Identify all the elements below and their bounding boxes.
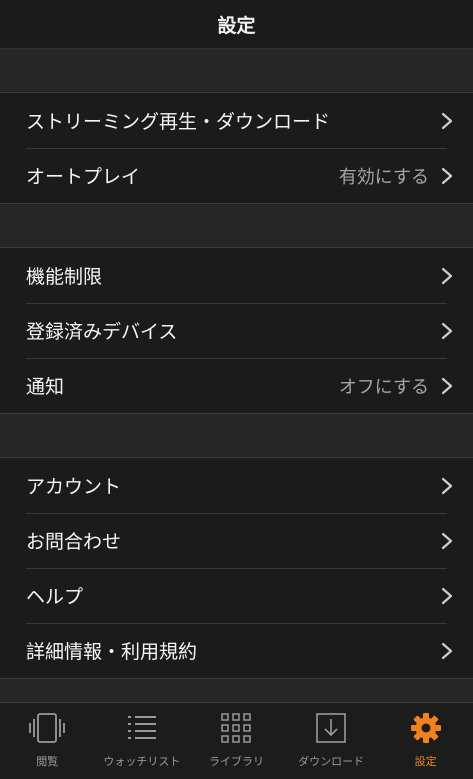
chevron-right-icon [441, 642, 453, 660]
row-value: 有効にする [338, 166, 429, 188]
navigation-bar: 設定 [0, 0, 473, 49]
section-spacer [0, 204, 473, 247]
row-label: ストリーミング再生・ダウンロード [26, 111, 331, 133]
chevron-right-icon [441, 112, 453, 130]
tab-label: 設定 [414, 755, 437, 768]
tab-label: ダウンロード [298, 755, 365, 768]
row-help[interactable]: ヘルプ [0, 568, 473, 623]
tab-label: 閲覧 [36, 755, 59, 768]
chevron-right-icon [441, 322, 453, 340]
row-autoplay[interactable]: オートプレイ 有効にする [0, 148, 473, 203]
browse-icon [27, 711, 67, 745]
settings-group-playback: ストリーミング再生・ダウンロード オートプレイ 有効にする [0, 92, 473, 204]
row-streaming-download[interactable]: ストリーミング再生・ダウンロード [0, 93, 473, 148]
tab-label: ライブラリ [208, 755, 264, 768]
section-spacer [0, 49, 473, 92]
row-label: オートプレイ [26, 166, 141, 188]
row-label: ヘルプ [26, 586, 84, 608]
tab-browse[interactable]: 閲覧 [0, 703, 95, 779]
tab-watchlist[interactable]: ウォッチリスト [95, 703, 190, 779]
tab-label: ウォッチリスト [103, 755, 181, 768]
row-value: オフにする [338, 376, 429, 398]
row-notifications[interactable]: 通知 オフにする [0, 358, 473, 413]
row-label: 機能制限 [26, 266, 103, 288]
row-label: アカウント [26, 476, 122, 498]
row-about-terms[interactable]: 詳細情報・利用規約 [0, 623, 473, 678]
tab-settings[interactable]: 設定 [378, 703, 473, 779]
page-title: 設定 [217, 14, 256, 37]
chevron-right-icon [441, 167, 453, 185]
library-grid-icon [221, 711, 252, 745]
settings-group-support: アカウント お問合わせ ヘルプ 詳細情報・利用規約 [0, 457, 473, 679]
row-restrictions[interactable]: 機能制限 [0, 248, 473, 303]
row-label: 通知 [26, 376, 65, 398]
tab-download[interactable]: ダウンロード [284, 703, 379, 779]
row-label: 詳細情報・利用規約 [26, 641, 198, 663]
row-label: 登録済みデバイス [26, 321, 178, 343]
row-label: お問合わせ [26, 531, 122, 553]
chevron-right-icon [441, 532, 453, 550]
row-registered-devices[interactable]: 登録済みデバイス [0, 303, 473, 358]
chevron-right-icon [441, 377, 453, 395]
chevron-right-icon [441, 477, 453, 495]
settings-group-device: 機能制限 登録済みデバイス 通知 オフにする [0, 247, 473, 414]
row-contact[interactable]: お問合わせ [0, 513, 473, 568]
section-spacer [0, 414, 473, 457]
settings-list: ストリーミング再生・ダウンロード オートプレイ 有効にする 機能制限 登録済みデ… [0, 49, 473, 679]
download-icon [316, 711, 346, 745]
watchlist-icon [127, 711, 157, 745]
gear-icon [410, 711, 442, 745]
chevron-right-icon [441, 267, 453, 285]
tab-library[interactable]: ライブラリ [189, 703, 284, 779]
chevron-right-icon [441, 587, 453, 605]
tab-bar: 閲覧 ウォッチリスト ライブラリ ダウンロード 設定 [0, 702, 473, 779]
row-account[interactable]: アカウント [0, 458, 473, 513]
